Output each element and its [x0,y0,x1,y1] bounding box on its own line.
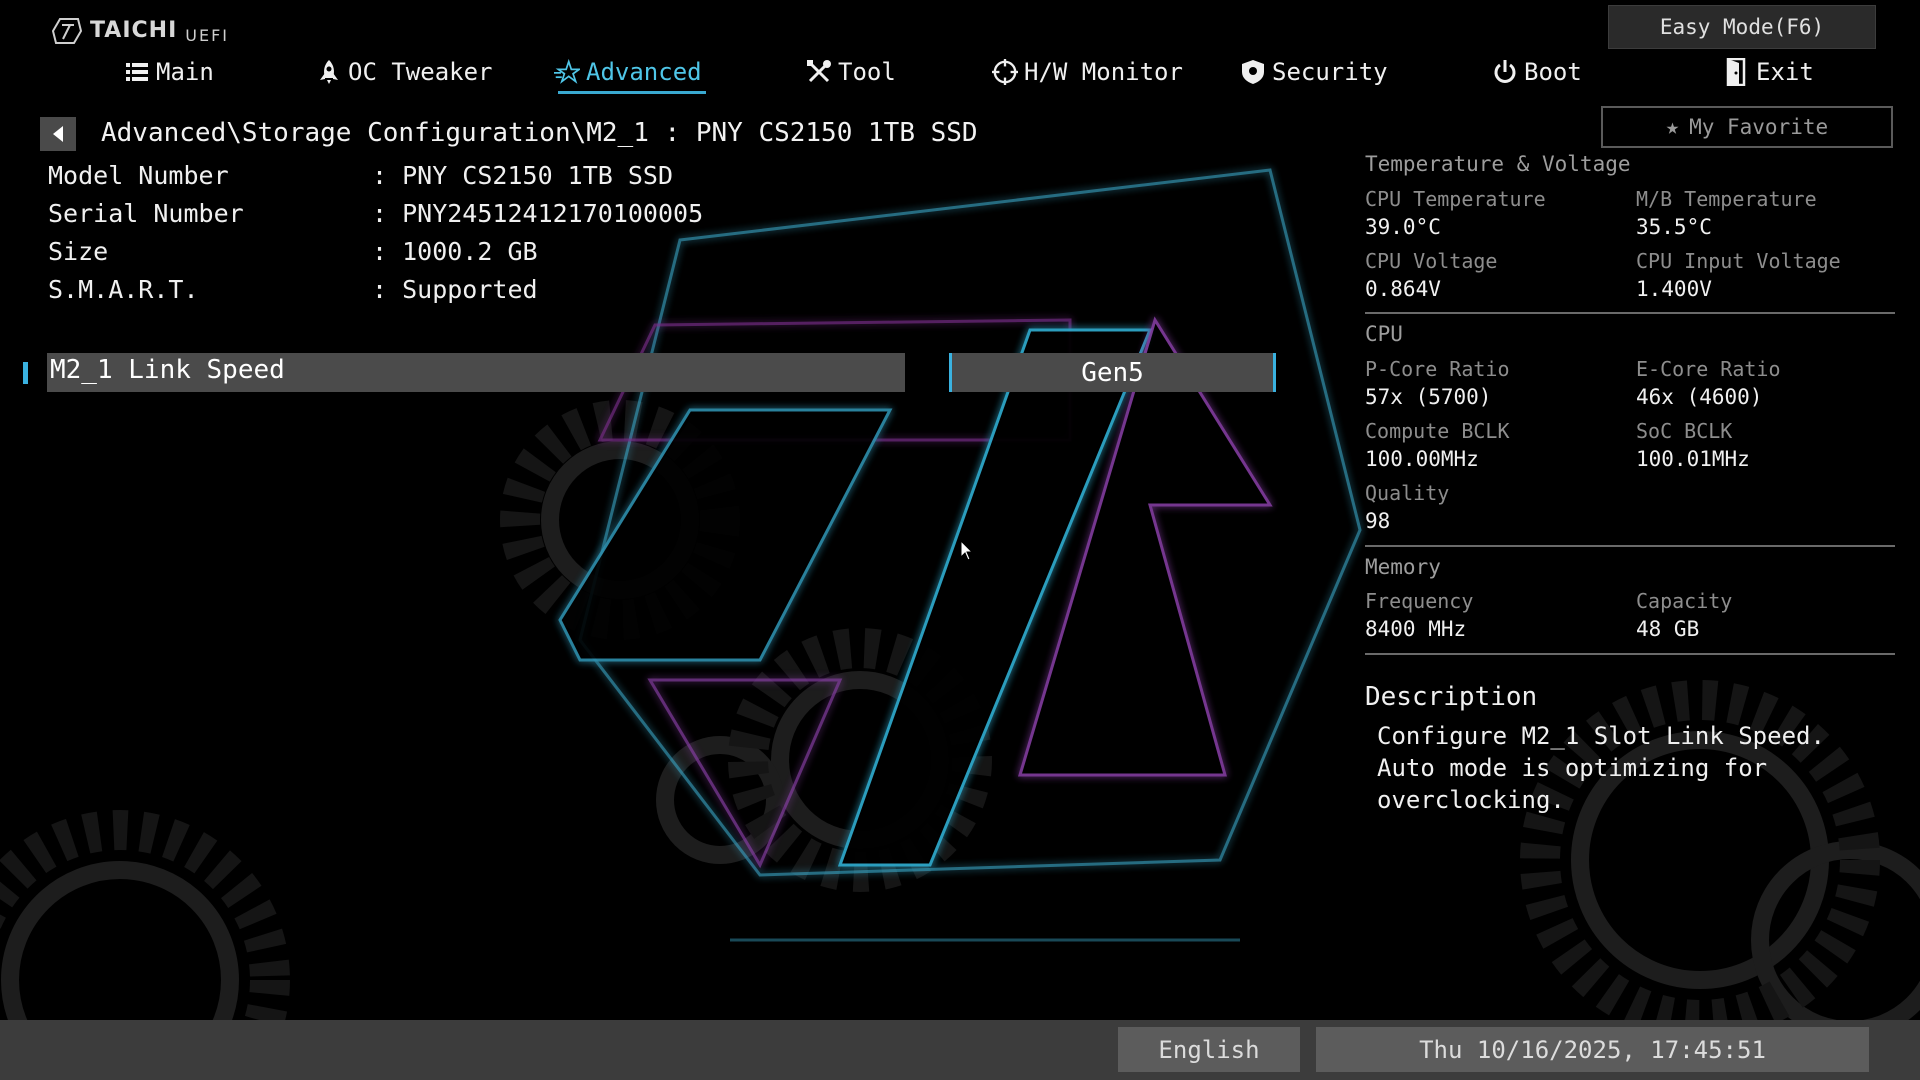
tab-oc-tweaker[interactable]: OC Tweaker [316,58,493,86]
memory-capacity-label: Capacity [1636,589,1733,613]
tab-tool[interactable]: Tool [806,58,896,86]
cpu-voltage-value: 0.864V [1365,277,1441,301]
temp-voltage-heading: Temperature & Voltage [1365,152,1631,176]
compute-bclk-value: 100.00MHz [1365,447,1479,471]
tab-main[interactable]: Main [124,58,214,86]
mouse-cursor-icon [960,540,974,561]
tab-boot[interactable]: Boot [1492,58,1582,86]
star-icon: ★ [1665,114,1680,140]
easy-mode-button[interactable]: Easy Mode(F6) [1608,5,1876,49]
tab-hw-monitor-label: H/W Monitor [1024,58,1183,86]
rocket-icon [316,59,342,85]
shield-icon [1240,59,1266,85]
size-value: : 1000.2 GB [372,237,538,266]
description-text: Configure M2_1 Slot Link Speed. Auto mod… [1377,722,1825,814]
back-arrow-icon [53,126,63,142]
taichi-logo-icon [52,17,82,44]
tab-security[interactable]: Security [1240,58,1388,86]
tab-exit-label: Exit [1756,58,1814,86]
memory-frequency-value: 8400 MHz [1365,617,1467,641]
memory-capacity-value: 48 GB [1636,617,1700,641]
cpu-input-voltage-value: 1.400V [1636,277,1712,301]
quality-label: Quality [1365,481,1450,505]
tab-boot-label: Boot [1524,58,1582,86]
size-label: Size [48,237,109,266]
panel-divider [1365,545,1895,547]
tab-hw-monitor[interactable]: H/W Monitor [992,58,1183,86]
cpu-temp-value: 39.0°C [1365,215,1441,239]
brand-suffix: UEFI [185,26,230,45]
cpu-heading: CPU [1365,322,1403,346]
ecore-ratio-label: E-Core Ratio [1636,357,1781,381]
cpu-temp-label: CPU Temperature [1365,187,1546,211]
mb-temp-label: M/B Temperature [1636,187,1817,211]
tab-tool-label: Tool [838,58,896,86]
link-speed-label: M2_1 Link Speed [50,355,285,385]
monitor-icon [992,59,1018,85]
mb-temp-value: 35.5°C [1636,215,1712,239]
ecore-ratio-value: 46x (4600) [1636,385,1763,409]
selection-indicator [23,362,28,384]
brand-name: TAICHI [90,18,178,43]
breadcrumb: Advanced\Storage Configuration\M2_1 : PN… [101,118,978,148]
tab-oc-tweaker-label: OC Tweaker [348,58,493,86]
description-heading: Description [1365,682,1538,712]
panel-divider [1365,653,1895,655]
tab-security-label: Security [1272,58,1388,86]
my-favorite-label: My Favorite [1689,115,1829,139]
model-number-value: : PNY CS2150 1TB SSD [372,161,674,190]
panel-divider [1365,312,1895,314]
tab-advanced-label: Advanced [586,58,702,86]
cpu-voltage-label: CPU Voltage [1365,249,1498,273]
tab-advanced[interactable]: Advanced [554,58,706,94]
memory-frequency-label: Frequency [1365,589,1474,613]
link-speed-value-button[interactable]: Gen5 [949,353,1276,392]
soc-bclk-value: 100.01MHz [1636,447,1750,471]
quality-value: 98 [1365,509,1391,533]
smart-value: : Supported [372,275,538,304]
brand-logo: TAICHI UEFI [52,16,229,45]
smart-label: S.M.A.R.T. [48,275,199,304]
pcore-ratio-label: P-Core Ratio [1365,357,1510,381]
my-favorite-button[interactable]: ★ My Favorite [1601,106,1893,148]
list-icon [124,59,150,85]
tab-exit[interactable]: Exit [1724,58,1814,86]
compute-bclk-label: Compute BCLK [1365,419,1510,443]
cpu-input-voltage-label: CPU Input Voltage [1636,249,1841,273]
serial-number-label: Serial Number [48,199,244,228]
star-icon [554,59,580,85]
power-icon [1492,59,1518,85]
memory-heading: Memory [1365,555,1441,579]
back-button[interactable] [40,117,76,151]
tab-main-label: Main [156,58,214,86]
serial-number-value: : PNY24512412170100005 [372,199,704,228]
exit-door-icon [1724,58,1750,86]
soc-bclk-label: SoC BCLK [1636,419,1733,443]
model-number-label: Model Number [48,161,229,190]
pcore-ratio-value: 57x (5700) [1365,385,1492,409]
main-navigation: Main OC Tweaker Advanced Tool H/W Monito… [0,58,1920,94]
date-time-display: Thu 10/16/2025, 17:45:51 [1316,1027,1869,1072]
tools-icon [806,59,832,85]
language-selector[interactable]: English [1118,1027,1300,1072]
